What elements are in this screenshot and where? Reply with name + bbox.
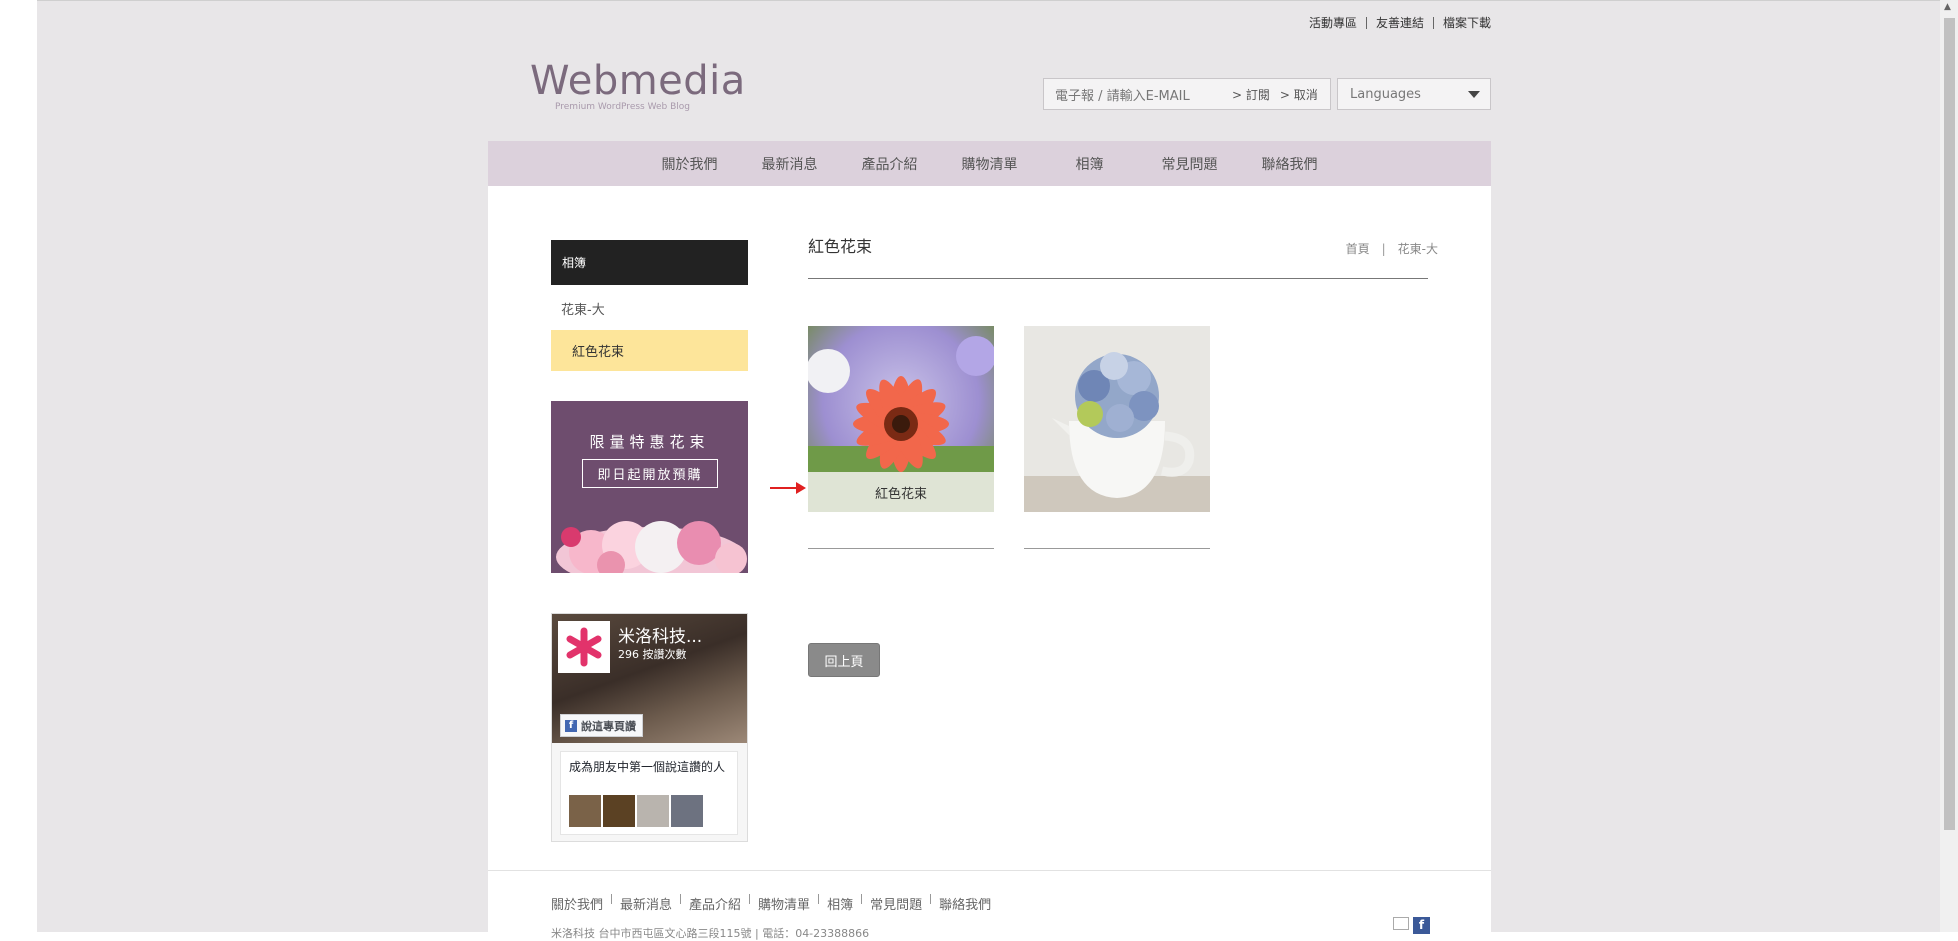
nav-item-contact[interactable]: 聯絡我們 — [1240, 154, 1340, 174]
footer-nav: 關於我們 最新消息 產品介紹 購物清單 相簿 常見問題 聯絡我們 — [551, 893, 991, 913]
breadcrumb-separator: | — [1381, 241, 1386, 256]
facebook-page-name[interactable]: 米洛科技... — [618, 622, 702, 647]
sidebar-item-large-bouquet[interactable]: 花東-大 — [551, 291, 748, 325]
photo-caption: 紅色花束 — [808, 472, 994, 512]
facebook-like-label: 說這專頁讚 — [581, 719, 636, 733]
facebook-friends-text: 成為朋友中第一個說這讚的人 — [569, 760, 726, 774]
language-select[interactable]: Languages — [1337, 78, 1491, 110]
promo-banner-title: 限量特惠花束 — [589, 433, 710, 451]
nav-item-faq[interactable]: 常見問題 — [1140, 154, 1240, 174]
album-photo-hydrangea[interactable] — [1024, 326, 1210, 512]
top-link-events[interactable]: 活動專區 — [1309, 14, 1357, 31]
promo-banner[interactable]: 限量特惠花束 即日起開放預購 — [551, 401, 748, 573]
newsletter-email-input[interactable]: 電子報 / 請輸入E-MAIL — [1044, 85, 1222, 104]
divider — [818, 893, 820, 904]
unsubscribe-link[interactable]: > 取消 — [1280, 86, 1318, 103]
facebook-cover-photo[interactable]: 米洛科技... 296 按讚次數 f 說這專頁讚 — [552, 614, 747, 743]
top-link-downloads[interactable]: 檔案下載 — [1443, 14, 1491, 31]
facebook-like-count: 296 按讚次數 — [618, 648, 687, 661]
logo-subtitle: Premium WordPress Web Blog — [555, 102, 690, 112]
nav-item-cart[interactable]: 購物清單 — [940, 154, 1040, 174]
newsletter-box: 電子報 / 請輸入E-MAIL > 訂閱 > 取消 — [1043, 78, 1331, 110]
language-select-value: Languages — [1350, 86, 1421, 102]
divider — [749, 893, 751, 904]
nav-item-news[interactable]: 最新消息 — [740, 154, 840, 174]
divider — [930, 893, 932, 904]
divider — [680, 893, 682, 904]
asterisk-logo-icon — [566, 627, 602, 667]
breadcrumb-home[interactable]: 首頁 — [1346, 240, 1370, 257]
hydrangea-photo-image — [1024, 326, 1210, 512]
divider — [611, 893, 613, 904]
promo-banner-subtitle: 即日起開放預購 — [582, 459, 718, 488]
flowers-image — [556, 521, 747, 573]
scroll-thumb[interactable] — [1944, 18, 1955, 830]
main-nav: 關於我們 最新消息 產品介紹 購物清單 相簿 常見問題 聯絡我們 — [488, 141, 1491, 186]
logo-title: Webmedia — [530, 58, 746, 104]
page-title: 紅色花束 — [808, 237, 873, 256]
sidebar-item-red-bouquet[interactable]: 紅色花束 — [551, 330, 748, 371]
avatar[interactable] — [569, 795, 601, 827]
avatar[interactable] — [637, 795, 669, 827]
facebook-friends-box: 成為朋友中第一個說這讚的人 — [560, 751, 738, 835]
nav-item-products[interactable]: 產品介紹 — [840, 154, 940, 174]
nav-item-album[interactable]: 相簿 — [1040, 154, 1140, 174]
chevron-down-icon — [1468, 91, 1480, 98]
red-arrow-icon — [770, 482, 806, 494]
facebook-page-logo[interactable] — [558, 621, 610, 673]
footer-link-products[interactable]: 產品介紹 — [689, 894, 741, 913]
photo-underline — [808, 548, 994, 549]
footer-social-icons: f — [1393, 917, 1430, 934]
top-link-friendly-links[interactable]: 友善連結 — [1376, 14, 1424, 31]
footer-address: 米洛科技 台中市西屯區文心路三段115號 | 電話：04-23388866 — [551, 927, 870, 940]
footer-link-album[interactable]: 相簿 — [827, 894, 853, 913]
title-divider — [808, 278, 1428, 279]
facebook-widget: 米洛科技... 296 按讚次數 f 說這專頁讚 成為朋友中第一個說這讚的人 — [551, 613, 748, 842]
subscribe-link[interactable]: > 訂閱 — [1232, 86, 1270, 103]
divider — [1432, 16, 1434, 29]
photo-underline — [1024, 548, 1210, 549]
facebook-icon: f — [565, 719, 577, 732]
back-button[interactable]: 回上頁 — [808, 643, 880, 677]
footer-link-contact[interactable]: 聯絡我們 — [939, 894, 991, 913]
facebook-icon[interactable]: f — [1413, 917, 1430, 934]
footer-link-news[interactable]: 最新消息 — [620, 894, 672, 913]
facebook-like-button[interactable]: f 說這專頁讚 — [560, 714, 643, 737]
avatar[interactable] — [603, 795, 635, 827]
album-photo-gerbera[interactable]: 紅色花束 — [808, 326, 994, 512]
top-links: 活動專區 友善連結 檔案下載 — [1309, 14, 1491, 31]
breadcrumb-current[interactable]: 花東-大 — [1398, 240, 1438, 257]
divider — [861, 893, 863, 904]
footer-divider — [488, 870, 1491, 871]
sidebar-heading: 相簿 — [551, 240, 748, 285]
facebook-friend-avatars — [569, 795, 703, 827]
divider — [1365, 16, 1367, 29]
nav-item-about[interactable]: 關於我們 — [640, 154, 740, 174]
footer-link-faq[interactable]: 常見問題 — [870, 894, 922, 913]
footer-link-cart[interactable]: 購物清單 — [758, 894, 810, 913]
scroll-up-icon[interactable]: ▲ — [1944, 2, 1951, 12]
breadcrumb: 首頁 | 花東-大 — [1346, 240, 1438, 257]
mail-icon[interactable] — [1393, 917, 1409, 930]
footer-link-about[interactable]: 關於我們 — [551, 894, 603, 913]
vertical-scrollbar[interactable]: ▲ — [1940, 0, 1958, 932]
site-logo[interactable]: Webmedia Premium WordPress Web Blog — [530, 58, 746, 112]
avatar[interactable] — [671, 795, 703, 827]
